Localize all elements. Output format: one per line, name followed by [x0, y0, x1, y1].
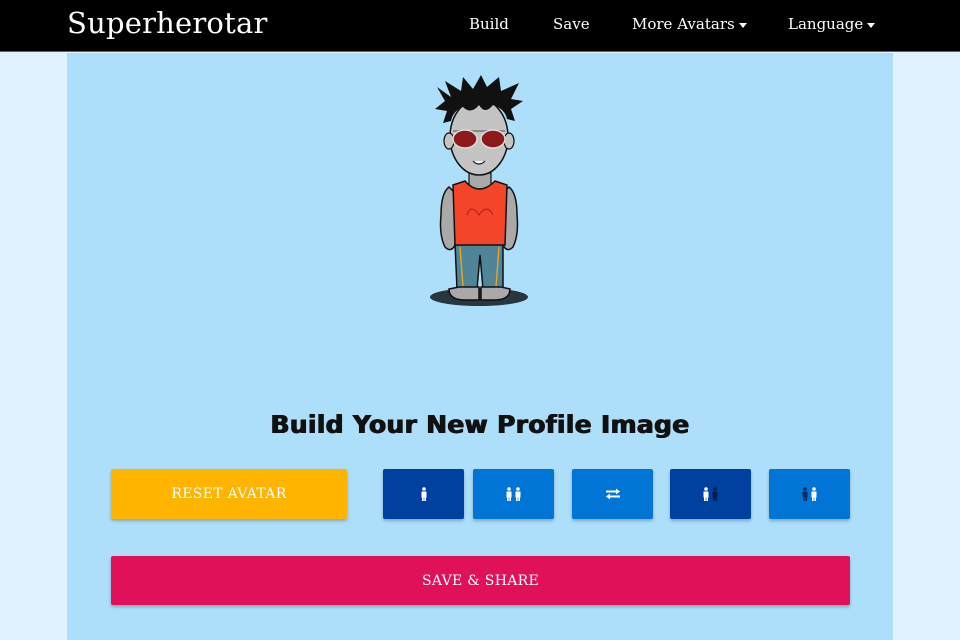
- nav-language-label: Language: [788, 15, 864, 33]
- caret-down-icon: [867, 22, 876, 28]
- nav-save[interactable]: Save: [553, 15, 590, 33]
- navbar: Superherotar Build Save More Avatars Lan…: [0, 0, 960, 52]
- nav-build-label: Build: [469, 15, 509, 33]
- swap-avatars-button[interactable]: [572, 469, 653, 519]
- nav-more-avatars[interactable]: More Avatars: [632, 15, 747, 33]
- person-pair-right-icon: [802, 487, 816, 501]
- person-pair-left-icon: [703, 487, 717, 501]
- two-avatars-button[interactable]: [473, 469, 554, 519]
- avatar-feet: [448, 286, 480, 301]
- edit-right-avatar-button[interactable]: [769, 469, 850, 519]
- reset-avatar-button[interactable]: RESET AVATAR: [111, 469, 347, 519]
- swap-arrows-icon: [605, 488, 620, 500]
- nav-more-avatars-label: More Avatars: [632, 15, 735, 33]
- nav-save-label: Save: [553, 15, 590, 33]
- caret-down-icon: [738, 22, 747, 28]
- nav-links: Build Save More Avatars Language: [0, 15, 960, 35]
- single-person-icon: [421, 487, 426, 501]
- page-heading: Build Your New Profile Image: [270, 410, 690, 439]
- two-persons-icon: [506, 487, 520, 501]
- avatar-preview: [430, 75, 528, 306]
- edit-left-avatar-button[interactable]: [670, 469, 751, 519]
- single-avatar-button[interactable]: [383, 469, 464, 519]
- nav-language[interactable]: Language: [788, 15, 876, 33]
- save-share-button[interactable]: SAVE & SHARE: [111, 556, 850, 605]
- nav-build[interactable]: Build: [469, 15, 509, 33]
